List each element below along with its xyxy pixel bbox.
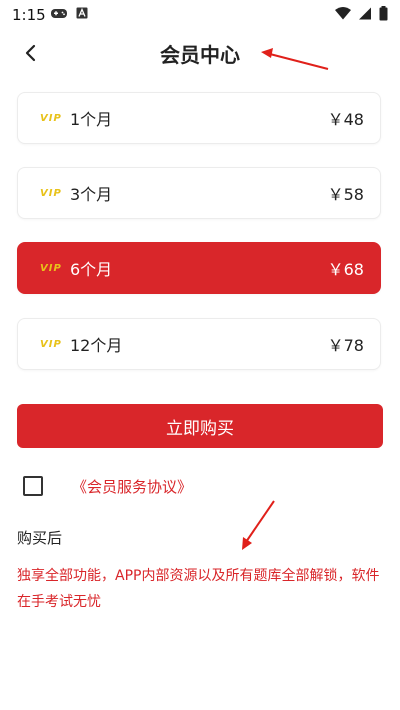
after-purchase-description: 独享全部功能，APP内部资源以及所有题库全部解锁，软件在手考试无忧: [17, 568, 380, 610]
signal-icon: [359, 7, 371, 20]
battery-icon: [379, 6, 388, 21]
plan-option-12-months[interactable]: VIP 12个月 ￥78: [17, 318, 381, 370]
text-a-icon: [76, 7, 88, 19]
agreement-checkbox[interactable]: [23, 476, 43, 496]
plan-price: ￥78: [327, 336, 364, 355]
plan-option-6-months[interactable]: VIP 6个月 ￥68: [17, 242, 381, 294]
header: 会员中心: [0, 30, 400, 76]
annotation-arrow-icon: [261, 48, 329, 70]
plan-price: ￥48: [327, 110, 364, 129]
vip-badge: VIP: [40, 262, 62, 274]
status-left-icons: [50, 7, 88, 19]
plan-duration: 3个月: [70, 185, 113, 204]
status-bar: 1:15: [0, 0, 400, 28]
annotation-arrow-icon: [242, 500, 275, 550]
status-right-icons: [335, 6, 388, 21]
plan-duration: 6个月: [70, 260, 113, 279]
membership-agreement-link[interactable]: 《会员服务协议》: [72, 476, 192, 497]
buy-now-button[interactable]: 立即购买: [17, 404, 383, 448]
vip-badge: VIP: [40, 187, 62, 199]
plan-option-3-months[interactable]: VIP 3个月 ￥58: [17, 167, 381, 219]
vip-badge: VIP: [40, 112, 62, 124]
page-title: 会员中心: [160, 43, 240, 67]
wifi-icon: [335, 7, 351, 20]
status-time: 1:15: [12, 6, 46, 24]
vip-badge: VIP: [40, 338, 62, 350]
gamepad-icon: [51, 9, 67, 18]
plan-duration: 12个月: [70, 336, 123, 355]
plan-price: ￥68: [327, 260, 364, 279]
plan-price: ￥58: [327, 185, 364, 204]
after-purchase-title: 购买后: [17, 529, 63, 547]
plan-option-1-month[interactable]: VIP 1个月 ￥48: [17, 92, 381, 144]
plan-duration: 1个月: [70, 110, 113, 129]
